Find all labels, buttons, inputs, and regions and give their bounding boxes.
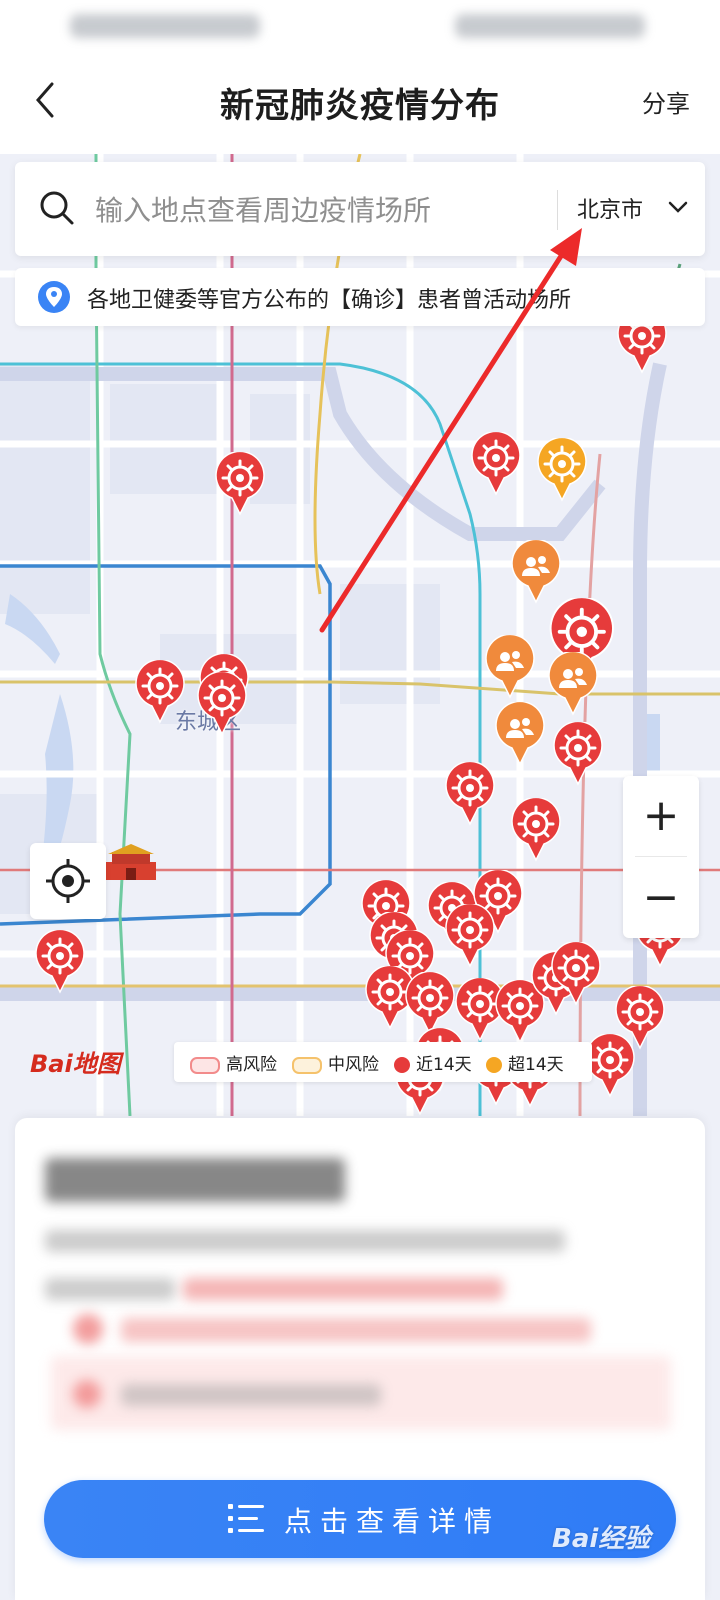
legend-over-14-days-label: 超14天 [508, 1055, 564, 1075]
legend-high-risk-swatch [190, 1056, 220, 1074]
virus-icon [511, 796, 561, 862]
zoom-divider [635, 856, 687, 857]
map-legend-bar: Bai地图 高风险 中风险 近14天 超14天 [30, 1042, 592, 1082]
legend-orange-virus-icon [486, 1057, 502, 1073]
legend-within-14-days-label: 近14天 [416, 1055, 472, 1075]
view-details-label: 点击查看详情 [284, 1505, 501, 1538]
case-location-marker[interactable] [196, 670, 248, 740]
tiananmen-landmark-icon [106, 844, 156, 880]
case-location-marker[interactable] [550, 940, 602, 1010]
legend-within-14-days: 近14天 [394, 1050, 472, 1075]
tip-icon [73, 1380, 101, 1408]
case-location-marker[interactable] [444, 902, 496, 972]
share-button[interactable]: 分享 [642, 84, 690, 119]
source-value-blur [183, 1278, 503, 1300]
case-location-marker[interactable] [134, 658, 186, 728]
status-carrier-blur [70, 14, 260, 38]
locate-crosshair-icon [46, 859, 90, 903]
people-icon [485, 633, 535, 699]
place-address-blur [45, 1230, 565, 1252]
map-legend: 高风险 中风险 近14天 超14天 [174, 1042, 592, 1082]
cluster-marker[interactable] [484, 633, 536, 703]
case-location-marker[interactable] [34, 928, 86, 998]
people-icon [495, 700, 545, 766]
status-icons-blur [455, 14, 645, 38]
baidu-map-logo: Bai地图 [30, 1044, 121, 1079]
case-location-marker[interactable] [552, 720, 604, 790]
list-icon [228, 1504, 264, 1533]
case-location-marker[interactable] [214, 450, 266, 520]
legend-high-risk-label: 高风险 [226, 1055, 277, 1075]
location-pin-icon [38, 281, 70, 313]
zoom-out-button[interactable]: − [623, 858, 699, 938]
legend-medium-risk-swatch [292, 1056, 322, 1074]
baidu-jingyan-watermark: Bai经验 [552, 1524, 651, 1554]
chevron-down-icon[interactable] [665, 194, 691, 220]
virus-icon [553, 720, 603, 786]
virus-icon [405, 970, 455, 1036]
zoom-controls: + − [623, 776, 699, 938]
locate-button[interactable] [30, 843, 106, 919]
watermark-url: jingyan.baidu.com [574, 1574, 704, 1590]
legend-red-virus-icon [394, 1057, 410, 1073]
cluster-marker[interactable] [547, 650, 599, 720]
search-icon [40, 191, 74, 225]
virus-icon [551, 940, 601, 1006]
baidu-map-logo-text: Bai地图 [30, 1050, 121, 1078]
case-location-marker[interactable] [444, 760, 496, 830]
warning-text-blur [121, 1318, 591, 1342]
virus-icon [135, 658, 185, 724]
legend-over-14-days: 超14天 [486, 1050, 564, 1075]
legend-medium-risk-label: 中风险 [328, 1055, 379, 1075]
virus-icon [35, 928, 85, 994]
source-label-blur [45, 1278, 175, 1300]
annotation-arrow [319, 228, 582, 633]
virus-icon [197, 670, 247, 736]
legend-high-risk: 高风险 [190, 1050, 277, 1075]
people-icon [548, 650, 598, 716]
place-name-blur [45, 1158, 345, 1202]
nav-bar: 新冠肺炎疫情分布 分享 [0, 50, 720, 155]
zoom-in-button[interactable]: + [623, 776, 699, 856]
virus-icon [215, 450, 265, 516]
tip-text-blur [121, 1384, 381, 1406]
case-location-marker[interactable] [510, 796, 562, 866]
virus-icon [445, 902, 495, 968]
virus-icon [445, 760, 495, 826]
page-title: 新冠肺炎疫情分布 [220, 86, 500, 126]
back-arrow-icon[interactable] [26, 78, 70, 122]
warning-icon [73, 1314, 103, 1344]
legend-medium-risk: 中风险 [292, 1050, 379, 1075]
status-bar [0, 0, 720, 50]
cluster-marker[interactable] [494, 700, 546, 770]
